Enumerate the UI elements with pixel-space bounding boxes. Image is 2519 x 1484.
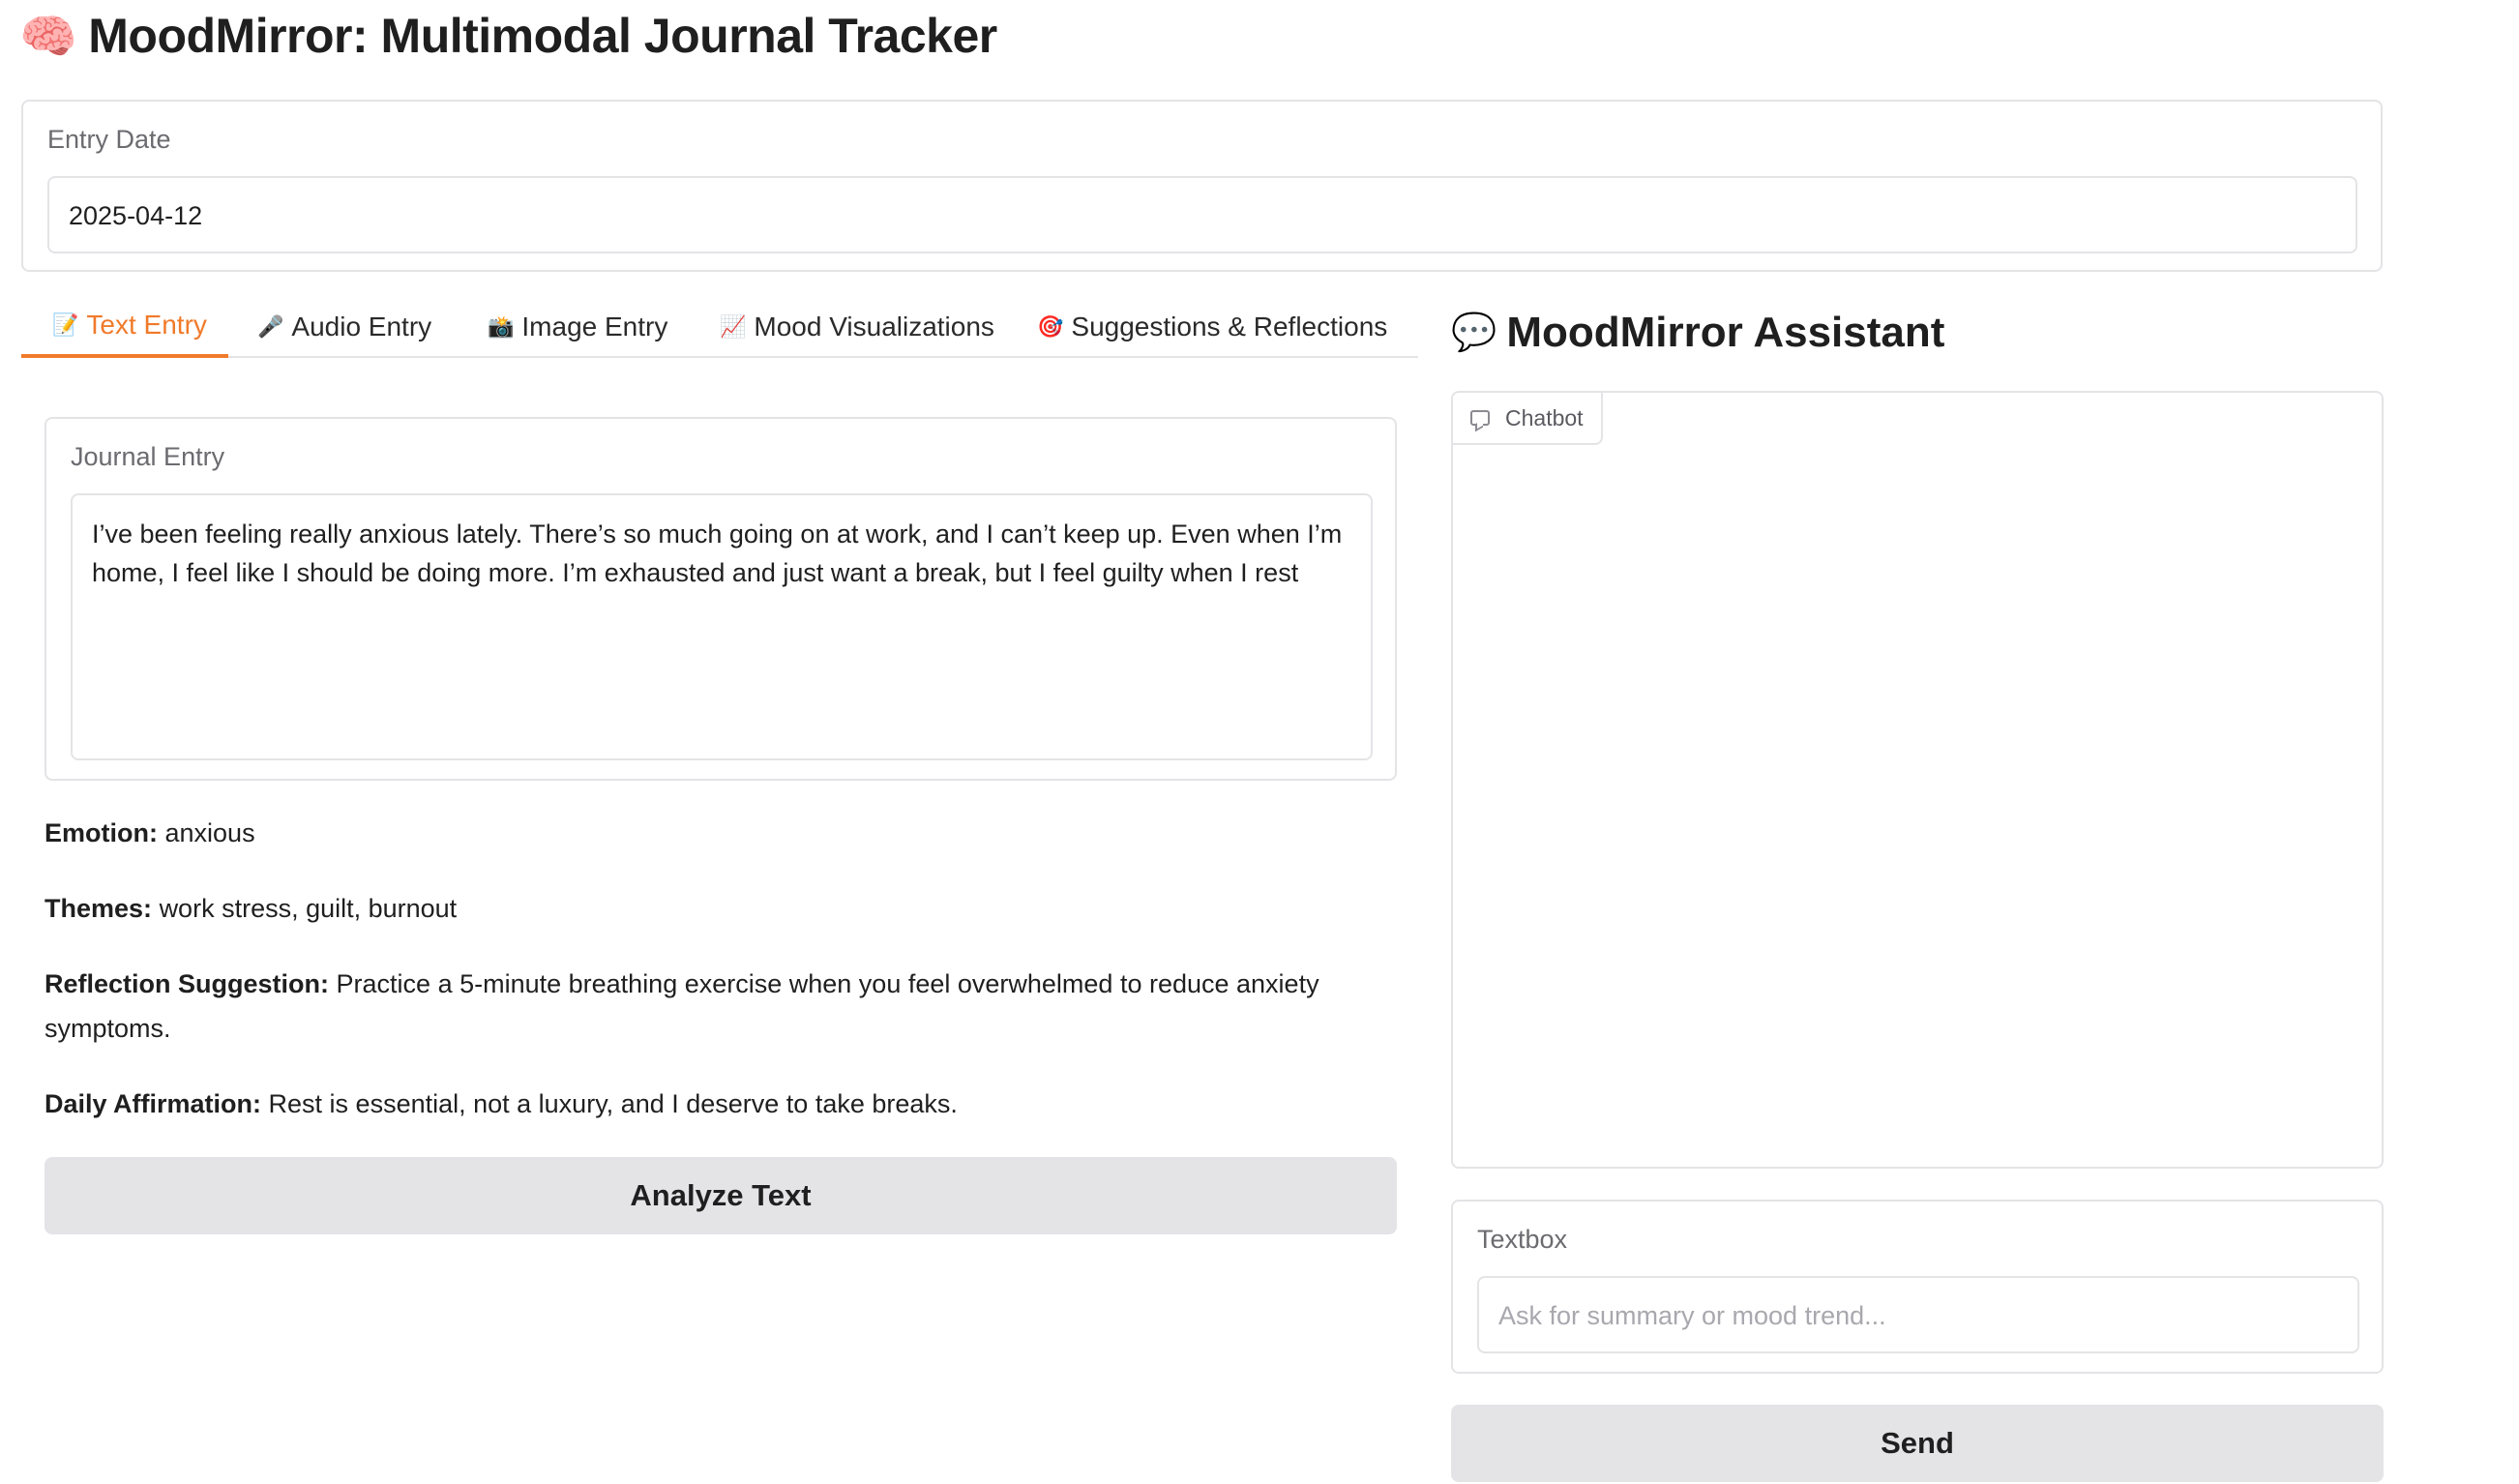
entry-date-value: 2025-04-12: [69, 201, 203, 230]
microphone-icon: 🎤: [257, 314, 284, 339]
chatbot-label: Chatbot: [1505, 404, 1584, 430]
tab-label: Suggestions & Reflections: [1071, 312, 1388, 341]
assistant-title-text: MoodMirror Assistant: [1506, 309, 1945, 356]
themes-value: work stress, guilt, burnout: [159, 894, 458, 923]
affirmation-value: Rest is essential, not a luxury, and I d…: [268, 1089, 958, 1118]
tab-label: Mood Visualizations: [754, 312, 994, 341]
chatbot-tag: Chatbot: [1453, 393, 1603, 445]
textbox-panel: Textbox Ask for summary or mood trend...: [1451, 1200, 2384, 1374]
camera-icon: 📸: [488, 314, 515, 339]
chat-icon: [1470, 410, 1490, 426]
chatbot-panel: Chatbot: [1451, 391, 2384, 1169]
journal-entry-text: I’ve been feeling really anxious lately.…: [92, 519, 1343, 587]
tab-label: Image Entry: [521, 312, 668, 341]
entry-tabs: 📝 Text Entry 🎤 Audio Entry 📸 Image Entry…: [21, 296, 1418, 358]
tab-label: Audio Entry: [291, 312, 432, 341]
tab-image-entry[interactable]: 📸 Image Entry: [488, 296, 667, 358]
reflection-label: Reflection Suggestion:: [44, 969, 330, 998]
tab-text-entry[interactable]: 📝 Text Entry: [21, 296, 228, 358]
page-title: 🧠 MoodMirror: Multimodal Journal Tracker: [19, 4, 997, 68]
tab-mood-visualizations[interactable]: 📈 Mood Visualizations: [720, 296, 994, 358]
analyze-text-button[interactable]: Analyze Text: [44, 1157, 1397, 1234]
themes-label: Themes:: [44, 894, 153, 923]
reflection-suggestion-result: Reflection Suggestion: Practice a 5-minu…: [44, 962, 1321, 1051]
textbox-label: Textbox: [1477, 1225, 1568, 1254]
memo-icon: 📝: [52, 312, 79, 337]
emotion-label: Emotion:: [44, 818, 158, 847]
chat-message-input[interactable]: Ask for summary or mood trend...: [1477, 1276, 2359, 1353]
target-icon: 🎯: [1037, 314, 1064, 339]
daily-affirmation-result: Daily Affirmation: Rest is essential, no…: [44, 1082, 1321, 1126]
journal-entry-panel: Journal Entry I’ve been feeling really a…: [44, 417, 1397, 781]
assistant-title: 💬 MoodMirror Assistant: [1451, 302, 1944, 364]
journal-entry-textarea[interactable]: I’ve been feeling really anxious lately.…: [71, 493, 1373, 760]
send-button[interactable]: Send: [1451, 1405, 2384, 1482]
themes-result: Themes: work stress, guilt, burnout: [44, 886, 1321, 931]
chat-input-placeholder: Ask for summary or mood trend...: [1498, 1301, 1886, 1330]
page-title-text: MoodMirror: Multimodal Journal Tracker: [88, 9, 997, 63]
speech-bubble-icon: 💬: [1451, 312, 1497, 353]
tab-audio-entry[interactable]: 🎤 Audio Entry: [257, 296, 431, 358]
journal-entry-label: Journal Entry: [71, 442, 225, 471]
tab-label: Text Entry: [86, 310, 207, 340]
tab-suggestions-reflections[interactable]: 🎯 Suggestions & Reflections: [1037, 296, 1387, 358]
entry-date-panel: Entry Date 2025-04-12: [21, 100, 2383, 272]
emotion-value: anxious: [164, 818, 255, 847]
entry-date-label: Entry Date: [47, 125, 171, 154]
brain-icon: 🧠: [19, 11, 77, 63]
chart-increasing-icon: 📈: [720, 314, 747, 339]
affirmation-label: Daily Affirmation:: [44, 1089, 262, 1118]
entry-date-input[interactable]: 2025-04-12: [47, 176, 2357, 253]
emotion-result: Emotion: anxious: [44, 811, 1321, 855]
